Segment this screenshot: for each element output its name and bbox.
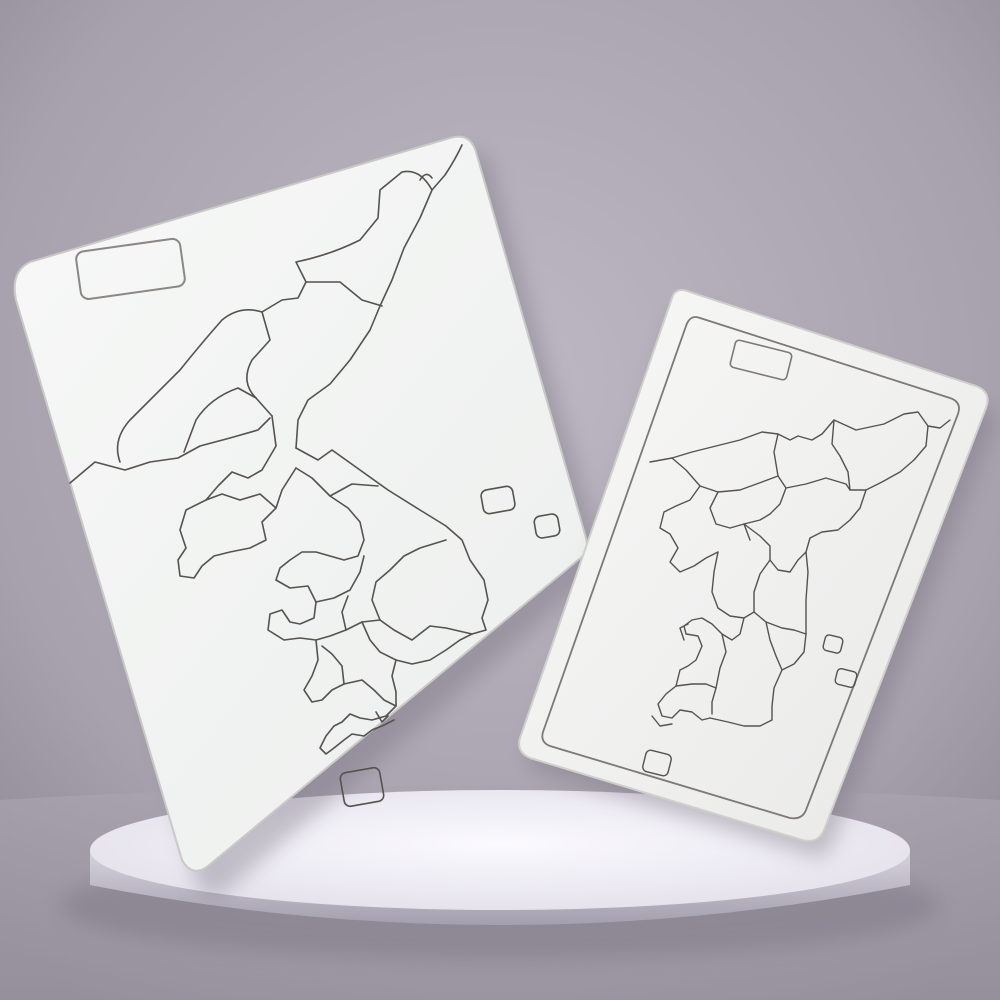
product-photo (0, 0, 1000, 1000)
photo-canvas (0, 0, 1000, 1000)
